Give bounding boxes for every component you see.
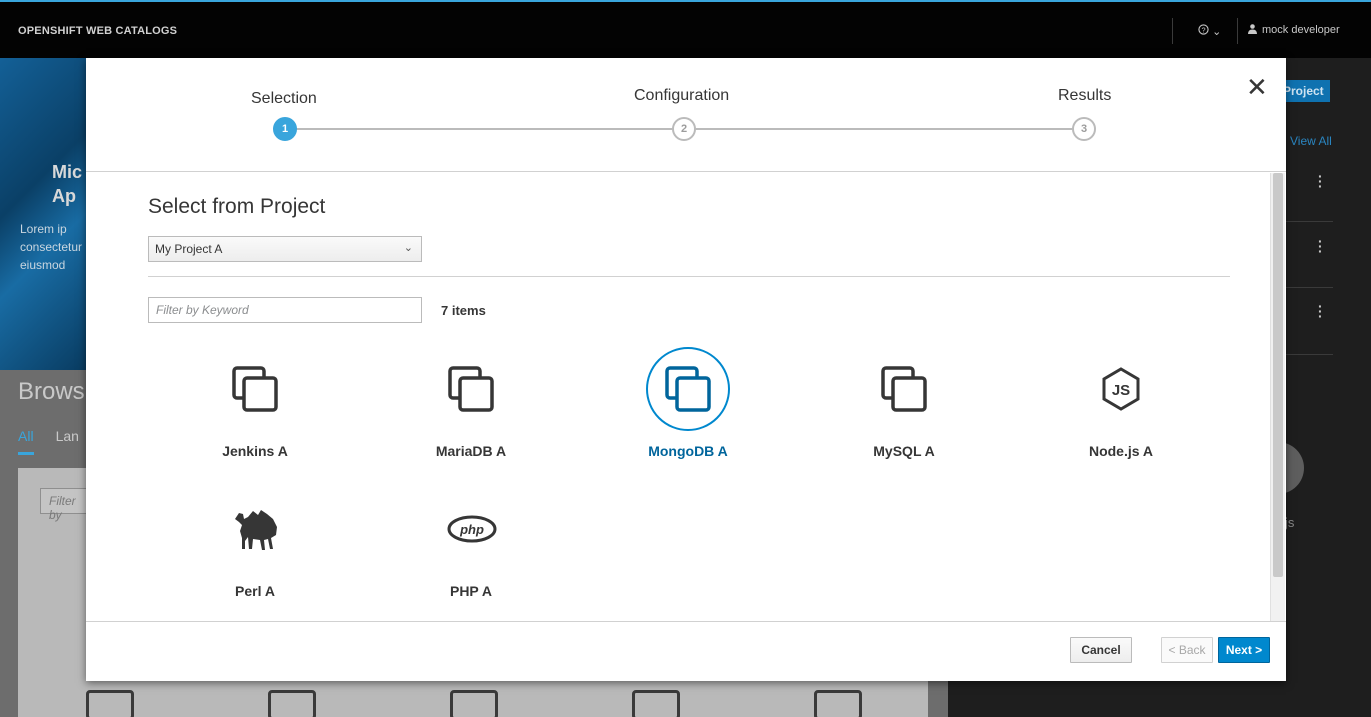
step-circle-1[interactable]: 1 [273,117,297,141]
masthead-divider [1172,18,1173,44]
background-tile-icon [632,690,680,717]
back-button[interactable]: < Back [1161,637,1213,663]
user-menu[interactable]: mock developer [1248,24,1340,36]
wizard-footer: Cancel < Back Next > [86,621,1286,681]
step-label-configuration[interactable]: Configuration [634,87,729,105]
catalog-item-label: MariaDB A [435,443,507,459]
perl-camel-icon [219,493,291,565]
wizard-body: Select from Project My Project A ⌄ 7 ite… [86,173,1286,621]
background-tile-icon [86,690,134,717]
catalog-item-label: MongoDB A [648,443,728,459]
catalog-item-label: Perl A [235,583,275,599]
tab-all[interactable]: All [18,428,34,455]
close-icon[interactable]: ✕ [1246,74,1268,100]
background-view-all-link: View All [1290,134,1332,148]
masthead-divider [1237,18,1238,44]
scrollbar-thumb[interactable] [1273,173,1283,577]
app-brand[interactable]: OPENSHIFT WEB CATALOGS [18,25,177,37]
items-count: 7 items [441,303,486,318]
cancel-button[interactable]: Cancel [1070,637,1132,663]
catalog-item-label: Node.js A [1088,443,1154,459]
catalog-item-label: MySQL A [873,443,935,459]
catalog-item-label: PHP A [449,583,492,599]
catalog-item-mongodb[interactable]: MongoDB A [608,347,768,473]
catalog-item-mariadb[interactable]: MariaDB A [391,353,551,473]
step-circle-3[interactable]: 3 [1072,117,1096,141]
background-project-button: Project [1280,80,1330,102]
next-button[interactable]: Next > [1218,637,1270,663]
kebab-icon: · · · [1318,233,1323,259]
catalog-item-perl[interactable]: Perl A [175,493,335,613]
catalog-item-mysql[interactable]: MySQL A [824,353,984,473]
catalog-item-nodejs[interactable]: JS Node.js A [1041,353,1201,473]
chevron-down-icon: ⌄ [403,242,413,254]
copy-icon [219,353,291,425]
wizard-scrollbar[interactable] [1270,173,1285,621]
user-icon [1248,24,1257,34]
project-select[interactable]: My Project A ⌄ [148,236,422,262]
php-icon: php [435,493,507,565]
chevron-down-icon: ⌄ [1212,26,1222,38]
background-divider [1285,354,1333,355]
project-select-value: My Project A [155,242,223,256]
step-label-selection[interactable]: Selection [251,90,317,108]
background-tabs: All Lan [18,428,79,455]
section-title: Select from Project [148,195,326,218]
svg-text:php: php [459,522,484,537]
tab-languages[interactable]: Lan [56,428,79,444]
hero-text: Lorem ip consectetur eiusmod [20,222,83,272]
svg-text:?: ? [1201,25,1205,34]
hero-pattern [0,58,90,370]
background-divider [1285,287,1333,288]
masthead: OPENSHIFT WEB CATALOGS ? ⌄ mock develope… [0,0,1371,58]
copy-icon [868,353,940,425]
wizard-modal: Selection 1 Configuration 2 Results 3 ✕ … [86,58,1286,681]
wizard-steps: Selection 1 Configuration 2 Results 3 ✕ [86,58,1286,172]
background-divider [1285,221,1333,222]
step-circle-2[interactable]: 2 [672,117,696,141]
help-icon: ? [1198,24,1209,35]
background-tile-label: js [1285,515,1295,530]
user-name: mock developer [1262,24,1340,36]
keyword-filter-input[interactable] [148,297,422,323]
help-menu[interactable]: ? ⌄ [1198,24,1221,38]
catalog-item-jenkins[interactable]: Jenkins A [175,353,335,473]
step-label-results[interactable]: Results [1058,87,1111,105]
background-tile-icon [268,690,316,717]
svg-text:JS: JS [1112,382,1130,399]
section-divider [148,276,1230,277]
copy-icon [435,353,507,425]
nodejs-icon: JS [1085,353,1157,425]
catalog-item-php[interactable]: php PHP A [391,493,551,613]
background-tile-icon [450,690,498,717]
hero-title: Mic Ap [52,162,83,206]
kebab-icon: · · · [1318,298,1323,324]
background-tile-icon [814,690,862,717]
catalog-item-label: Jenkins A [222,443,288,459]
kebab-icon: · · · [1318,168,1323,194]
browse-heading: Brows [18,378,85,405]
copy-icon [646,347,730,431]
